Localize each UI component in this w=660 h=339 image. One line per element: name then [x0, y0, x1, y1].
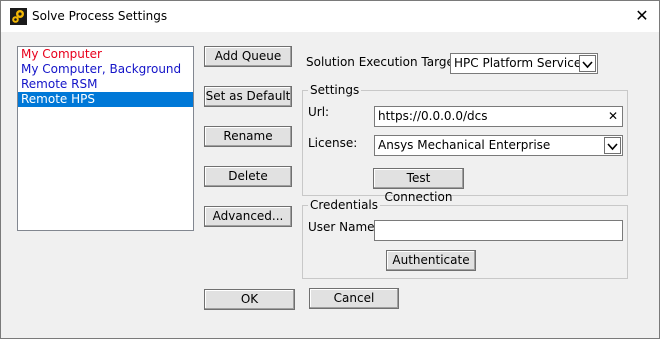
url-value: https://0.0.0.0/dcs — [378, 109, 488, 123]
chevron-down-icon[interactable] — [579, 55, 596, 72]
ok-button[interactable]: OK — [204, 289, 295, 310]
execution-target-label: Solution Execution Target: — [306, 55, 463, 69]
authenticate-button[interactable]: Authenticate — [386, 250, 476, 271]
rename-button[interactable]: Rename — [204, 126, 292, 147]
authenticate-label: Authenticate — [392, 253, 470, 267]
test-connection-label: Test Connection — [384, 171, 453, 204]
clear-url-icon[interactable]: ✕ — [608, 109, 618, 123]
username-label: User Name: — [308, 220, 379, 234]
advanced-label: Advanced... — [212, 209, 284, 223]
execution-target-value: HPC Platform Services — [454, 56, 588, 70]
app-gears-icon — [10, 8, 27, 25]
queue-list[interactable]: My Computer My Computer, Background Remote… — [17, 46, 194, 231]
delete-label: Delete — [228, 169, 268, 183]
license-value: Ansys Mechanical Enterprise — [378, 138, 551, 152]
add-queue-button[interactable]: Add Queue — [204, 46, 292, 67]
cancel-label: Cancel — [333, 291, 375, 305]
queue-list-item[interactable]: Remote RSM — [18, 77, 193, 92]
test-connection-button[interactable]: Test Connection — [373, 168, 464, 204]
execution-target-dropdown[interactable]: HPC Platform Services — [450, 53, 598, 74]
ok-label: OK — [240, 292, 259, 306]
set-as-default-button[interactable]: Set as Default — [204, 86, 292, 107]
url-field[interactable]: https://0.0.0.0/dcs ✕ — [374, 106, 623, 127]
add-queue-label: Add Queue — [214, 49, 282, 63]
close-icon[interactable]: ✕ — [627, 3, 657, 29]
queue-list-item[interactable]: My Computer, Background — [18, 62, 193, 77]
window-title: Solve Process Settings — [32, 9, 168, 23]
rename-label: Rename — [223, 129, 273, 143]
dialog-window: Solve Process Settings ✕ My Computer My C… — [0, 0, 660, 339]
license-label: License: — [308, 136, 358, 150]
chevron-down-icon[interactable] — [604, 137, 621, 154]
url-label: Url: — [308, 105, 330, 119]
title-bar[interactable]: Solve Process Settings ✕ — [1, 1, 659, 32]
settings-group-label: Settings — [308, 83, 362, 97]
username-field[interactable] — [374, 220, 623, 241]
license-dropdown[interactable]: Ansys Mechanical Enterprise — [374, 135, 623, 156]
delete-button[interactable]: Delete — [204, 166, 292, 187]
set-as-default-label: Set as Default — [205, 89, 291, 103]
cancel-button[interactable]: Cancel — [309, 288, 399, 309]
advanced-button[interactable]: Advanced... — [204, 206, 292, 227]
credentials-group-label: Credentials — [308, 198, 381, 212]
queue-list-item[interactable]: My Computer — [18, 47, 193, 62]
queue-list-item[interactable]: Remote HPS — [18, 92, 193, 107]
